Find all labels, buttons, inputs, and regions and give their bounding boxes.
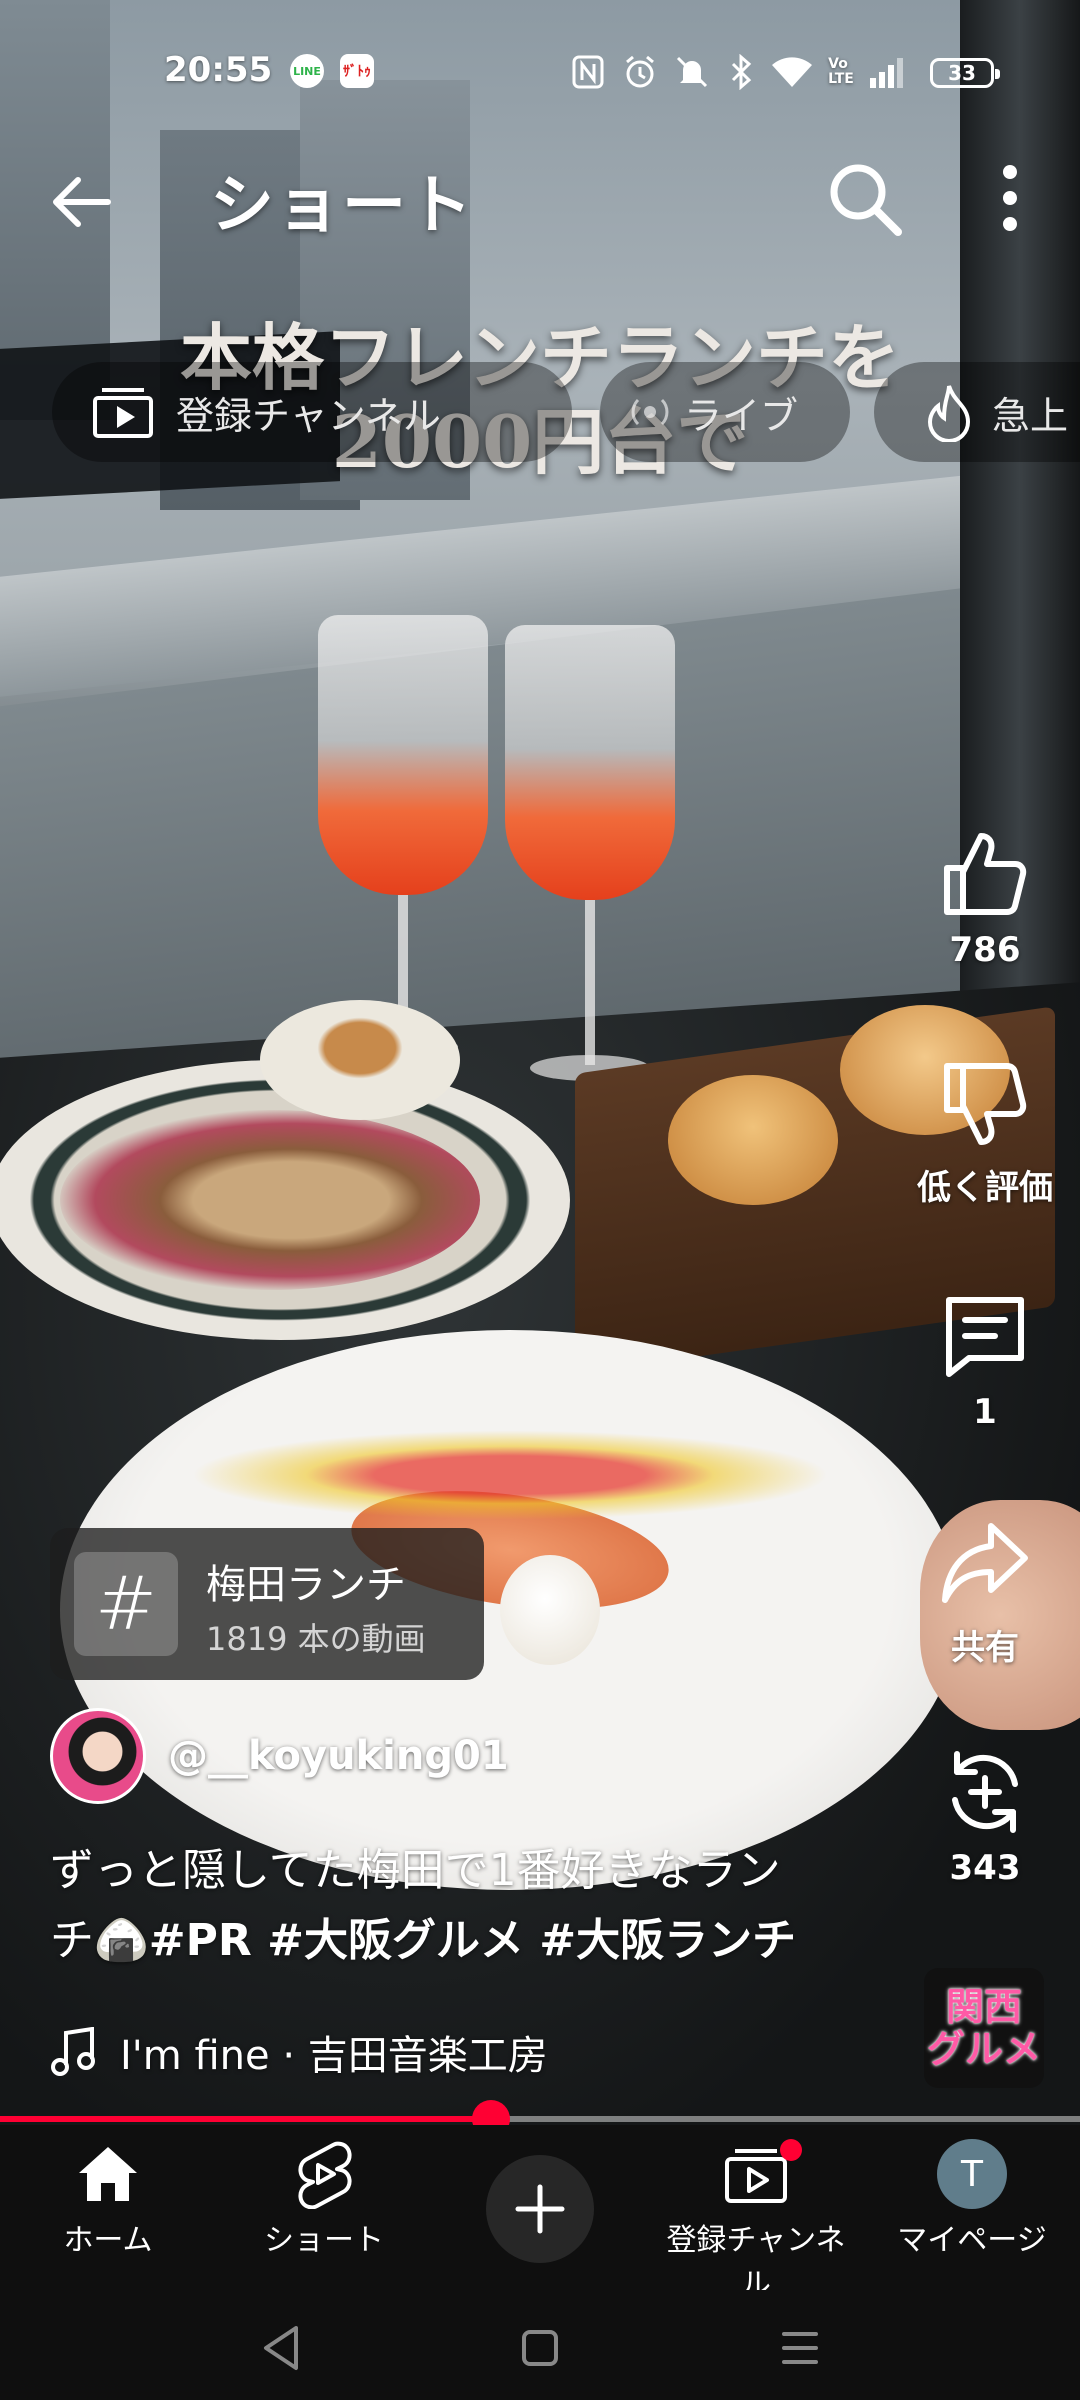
share-icon [942, 1523, 1028, 1603]
arrow-back-icon[interactable] [44, 162, 124, 242]
rice-ball-emoji: 🍙 [94, 1915, 149, 1966]
home-square-icon[interactable] [510, 2318, 570, 2378]
avatar[interactable] [50, 1708, 146, 1804]
shorts-screen: 本格フレンチランチを 2000円台で 20:55 LINE ｻﾞﾄｩ Vo LT… [0, 0, 1080, 2400]
alarm-icon [620, 52, 660, 92]
notification-dot [780, 2139, 802, 2161]
food-main [60, 1110, 480, 1290]
video-description[interactable]: ずっと隠してた梅田で1番好きなラン チ🍙#PR #大阪グルメ #大阪ランチ [50, 1836, 890, 1976]
nav-my-page[interactable]: T マイページ [872, 2139, 1072, 2259]
nfc-icon [570, 52, 606, 92]
hashtag-icon: # [74, 1552, 178, 1656]
create-button[interactable] [486, 2155, 594, 2263]
search-icon[interactable] [820, 154, 908, 242]
remix-button[interactable]: 343 [900, 1746, 1070, 1888]
like-count: 786 [949, 930, 1021, 970]
like-button[interactable]: 786 [900, 828, 1070, 970]
hashtag-card[interactable]: # 梅田ランチ 1819 本の動画 [50, 1528, 484, 1680]
hashtag-name: 梅田ランチ [206, 1562, 406, 1608]
music-note-icon [51, 2027, 95, 2076]
chip-subscriptions[interactable]: 登録チャンネル [52, 362, 572, 462]
bread-roll [668, 1075, 838, 1205]
chip-label: ライブ [684, 393, 799, 438]
trending-icon [927, 385, 971, 442]
shorts-icon [298, 2141, 352, 2209]
nav-shorts[interactable]: ショート [224, 2139, 424, 2259]
live-icon [631, 398, 669, 426]
status-bar: 20:55 LINE ｻﾞﾄｩ Vo LTE 33 [0, 0, 1080, 140]
comment-icon [946, 1297, 1024, 1377]
garnish [190, 1430, 830, 1520]
chip-label: 登録チャンネル [176, 393, 441, 438]
remix-icon [952, 1751, 1018, 1833]
chip-live[interactable]: ライブ [600, 362, 850, 462]
battery-indicator: 33 [930, 58, 1000, 88]
app-bar: ショート [0, 140, 1080, 250]
channel-row[interactable]: @__koyuking01 [50, 1708, 509, 1804]
hashtag-video-count: 1819 本の動画 [206, 1620, 426, 1658]
description-hashtags[interactable]: #PR #大阪グルメ #大阪ランチ [149, 1915, 796, 1966]
description-text: チ [50, 1915, 94, 1966]
recents-menu-icon[interactable] [770, 2318, 830, 2378]
mute-icon [672, 52, 712, 92]
nav-home-label: ホーム [63, 2223, 153, 2258]
page-title: ショート [210, 169, 474, 243]
sound-thumb-line1: 関西 [945, 1985, 1022, 2029]
share-button[interactable]: 共有 [900, 1518, 1070, 1669]
sound-thumbnail[interactable]: 関西 グルメ [924, 1968, 1044, 2088]
chip-trending[interactable]: 急上 [874, 362, 1080, 462]
home-icon [79, 2147, 137, 2201]
progress-fill [0, 2116, 492, 2122]
comments-count: 1 [973, 1392, 997, 1432]
back-triangle-icon[interactable] [252, 2318, 312, 2378]
description-line-1: ずっと隠してた梅田で1番好きなラン [50, 1845, 781, 1896]
music-title: I'm fine · 吉田音楽工房 [120, 2033, 548, 2079]
status-time: 20:55 [164, 50, 273, 90]
more-vert-icon[interactable] [970, 154, 1050, 242]
nav-shorts-label: ショート [264, 2223, 384, 2258]
channel-handle[interactable]: @__koyuking01 [168, 1733, 509, 1779]
chip-label: 急上 [992, 393, 1069, 438]
thumb-down-icon [944, 1063, 1027, 1145]
dislike-button[interactable]: 低く評価 [900, 1058, 1070, 1209]
bottom-navigation: ホーム ショート 登録チャンネル T マイページ [0, 2125, 1080, 2302]
scallop [500, 1555, 600, 1665]
nav-my-page-label: マイページ [897, 2223, 1047, 2258]
nav-home[interactable]: ホーム [8, 2139, 208, 2259]
avatar-icon: T [937, 2139, 1007, 2209]
comments-button[interactable]: 1 [900, 1290, 1070, 1432]
system-navigation-bar [0, 2290, 1080, 2400]
subscriptions-icon [93, 388, 153, 438]
sound-thumb-line2: グルメ [926, 2027, 1041, 2071]
description-line-2: チ🍙#PR #大阪グルメ #大阪ランチ [50, 1906, 890, 1976]
bluetooth-icon [726, 52, 756, 92]
app-badge-icon: ｻﾞﾄｩ [340, 54, 374, 88]
dislike-label: 低く評価 [917, 1168, 1053, 1208]
add-icon [515, 2184, 565, 2234]
wifi-icon [770, 52, 814, 92]
nav-subscriptions[interactable]: 登録チャンネル [656, 2139, 856, 2303]
music-row[interactable]: I'm fine · 吉田音楽工房 [50, 2022, 548, 2082]
line-icon: LINE [290, 54, 324, 88]
video-progress-bar[interactable] [0, 2100, 1080, 2138]
thumb-up-icon [944, 833, 1027, 915]
volte-icon: Vo LTE [828, 56, 854, 87]
share-label: 共有 [951, 1628, 1019, 1668]
remix-count: 343 [949, 1848, 1021, 1888]
signal-icon [866, 52, 906, 92]
soup-cup [260, 1000, 460, 1120]
